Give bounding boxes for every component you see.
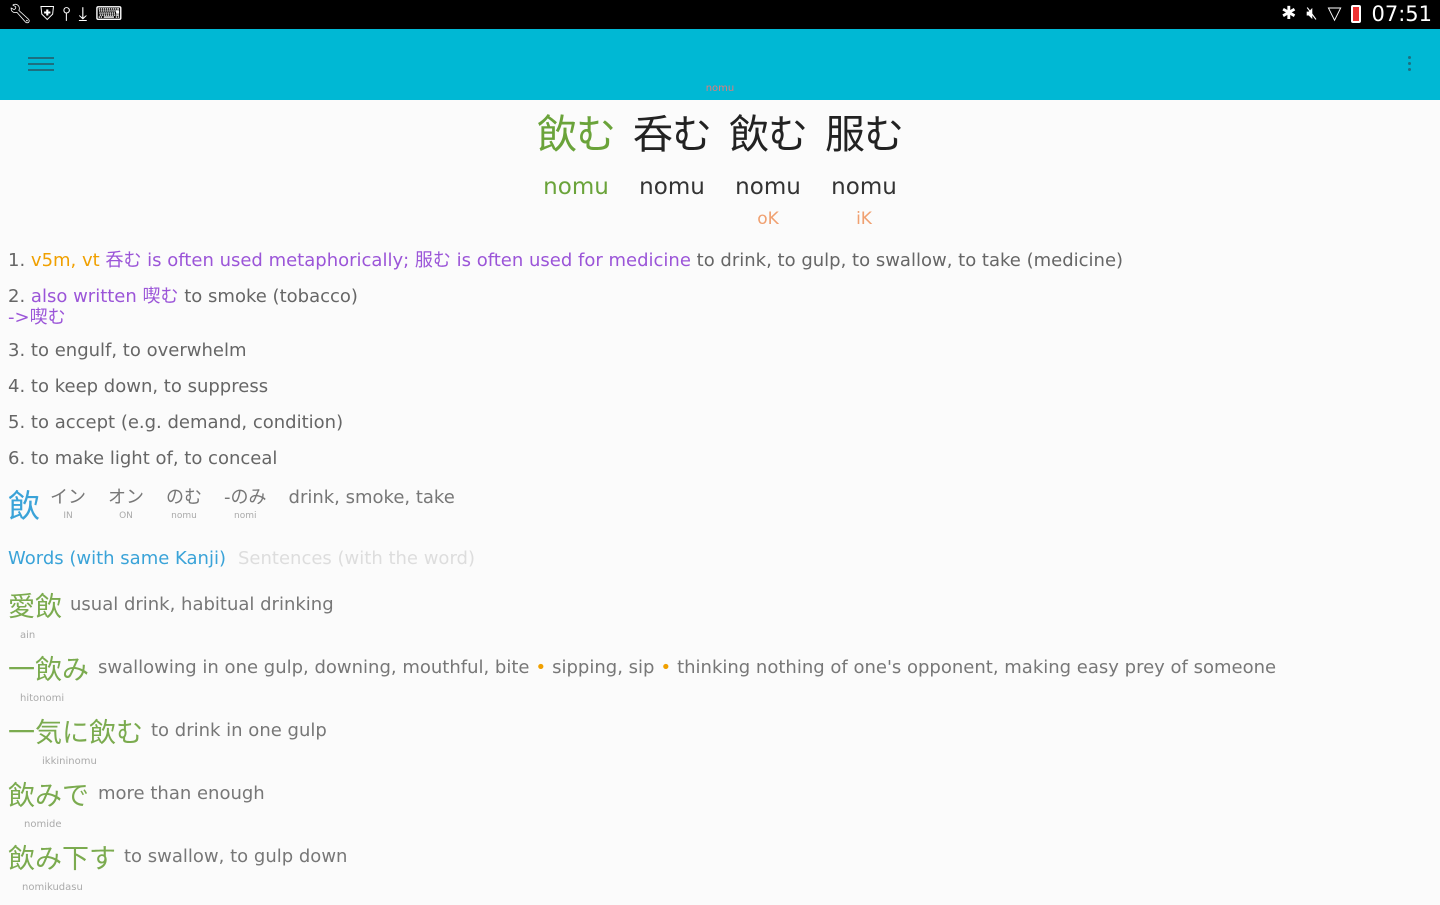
bluetooth-icon: ✱ bbox=[1281, 3, 1297, 24]
sense-number: 3. bbox=[8, 340, 26, 361]
headword-reading: nomu bbox=[735, 174, 801, 200]
kanji-reading-kana: オン bbox=[108, 487, 145, 508]
overflow-menu-icon[interactable] bbox=[1402, 53, 1416, 77]
word-japanese: 飲み下す bbox=[8, 844, 116, 875]
mute-icon: 🔇︎ bbox=[1306, 3, 1318, 24]
headword: 飲む nomu bbox=[537, 108, 616, 230]
word-definition-part: thinking nothing of one's opponent, maki… bbox=[677, 657, 1277, 678]
sense-note: 呑む is often used metaphorically; 服む is o… bbox=[105, 250, 691, 271]
app-toolbar: nomu bbox=[0, 29, 1440, 100]
separator-dot: • bbox=[660, 657, 672, 678]
kanji-reading: イン IN bbox=[50, 486, 86, 522]
sense-gloss: to make light of, to conceal bbox=[30, 448, 278, 469]
sense-list: 1. v5m, vt 呑む is often used metaphorical… bbox=[8, 248, 1123, 482]
kanji-reading-romaji: ON bbox=[119, 511, 133, 521]
status-bar-left: 🔧︎ ⛨ ⫯ ⤓ ⌨ bbox=[8, 3, 123, 25]
headword-kanji: 飲む bbox=[729, 112, 808, 158]
headword-tag: iK bbox=[856, 209, 872, 229]
sense-item: 4. to keep down, to suppress bbox=[8, 374, 1123, 400]
sense-gloss: to engulf, to overwhelm bbox=[30, 340, 247, 361]
usb-icon: ⫯ bbox=[62, 3, 71, 25]
tab-sentences[interactable]: Sentences (with the word) bbox=[238, 546, 475, 572]
download-icon: ⤓ bbox=[78, 3, 88, 25]
kanji-reading-kana: -のみ bbox=[224, 487, 267, 508]
word-romaji: ain bbox=[20, 630, 36, 641]
word-romaji: nomikudasu bbox=[22, 882, 83, 893]
sense-gloss: to smoke (tobacco) bbox=[184, 286, 358, 307]
pos-tag: v5m, vt bbox=[30, 250, 100, 271]
kanji-reading-romaji: nomu bbox=[171, 511, 197, 521]
kanji-reading-romaji: IN bbox=[63, 511, 73, 521]
kanji-info-row[interactable]: 飲 イン IN オン ON のむ nomu -のみ nomi drink, sm… bbox=[8, 486, 455, 526]
headword-kanji: 服む bbox=[825, 112, 904, 158]
word-japanese: 一気に飲む bbox=[8, 718, 143, 749]
kanji-character[interactable]: 飲 bbox=[8, 486, 40, 526]
sense-number: 6. bbox=[8, 448, 26, 469]
status-bar-right: ✱ 🔇︎ ▽ 07:51 bbox=[1281, 2, 1432, 26]
sense-item: 2. also written 喫む to smoke (tobacco) ->… bbox=[8, 284, 1123, 328]
sense-item: 3. to engulf, to overwhelm bbox=[8, 338, 1123, 364]
kanji-meaning: drink, smoke, take bbox=[288, 487, 455, 508]
headword-tag bbox=[537, 208, 615, 230]
word-japanese: 一飲み bbox=[8, 655, 89, 686]
headword: 呑む nomu bbox=[633, 108, 712, 230]
kanji-reading-kana: イン bbox=[50, 487, 87, 508]
status-time: 07:51 bbox=[1371, 2, 1432, 26]
sense-number: 4. bbox=[8, 376, 26, 397]
headword: 服む nomu iK bbox=[825, 108, 904, 230]
status-bar: 🔧︎ ⛨ ⫯ ⤓ ⌨ ✱ 🔇︎ ▽ 07:51 bbox=[0, 0, 1440, 29]
kanji-reading: のむ nomu bbox=[166, 486, 202, 522]
kanji-reading-kana: のむ bbox=[166, 487, 203, 508]
sense-item: 5. to accept (e.g. demand, condition) bbox=[8, 410, 1123, 436]
kanji-reading: -のみ nomi bbox=[224, 486, 267, 522]
sense-gloss: to accept (e.g. demand, condition) bbox=[30, 412, 344, 433]
word-definition: more than enough bbox=[98, 783, 265, 804]
word-japanese: 飲みで bbox=[8, 781, 89, 812]
headword-reading: nomu bbox=[831, 174, 897, 200]
word-definition-part: swallowing in one gulp, downing, mouthfu… bbox=[98, 657, 530, 678]
sense-gloss: to keep down, to suppress bbox=[30, 376, 269, 397]
headword-tag bbox=[633, 208, 711, 230]
sense-gloss: to drink, to gulp, to swallow, to take (… bbox=[696, 250, 1124, 271]
word-definition-part: sipping, sip bbox=[552, 657, 655, 678]
sense-number: 1. bbox=[8, 250, 26, 271]
word-romaji: hitonomi bbox=[20, 693, 65, 704]
headword-reading: nomu bbox=[543, 174, 609, 200]
shield-icon: ⛨ bbox=[40, 3, 55, 25]
result-tabs: Words (with same Kanji) Sentences (with … bbox=[8, 546, 475, 572]
tab-words[interactable]: Words (with same Kanji) bbox=[8, 546, 226, 572]
word-definition: usual drink, habitual drinking bbox=[70, 594, 334, 615]
sense-item: 6. to make light of, to conceal bbox=[8, 446, 1123, 472]
word-romaji: nomide bbox=[24, 819, 62, 830]
hamburger-icon[interactable] bbox=[28, 53, 54, 75]
headword: 飲む nomu oK bbox=[729, 108, 808, 230]
battery-icon bbox=[1351, 5, 1362, 23]
sense-note: also written 喫む bbox=[30, 286, 179, 307]
headword-kanji: 呑む bbox=[633, 112, 712, 158]
word-definition: swallowing in one gulp, downing, mouthfu… bbox=[98, 655, 1276, 681]
kanji-reading: オン ON bbox=[108, 486, 144, 522]
headword-tag: oK bbox=[757, 209, 779, 229]
toolbar-title: nomu bbox=[705, 83, 735, 94]
sense-item: 1. v5m, vt 呑む is often used metaphorical… bbox=[8, 248, 1123, 274]
cross-reference-link[interactable]: ->喫む bbox=[8, 308, 1123, 328]
word-japanese: 愛飲 bbox=[8, 592, 62, 623]
headword-list: 飲む nomu 呑む nomu 飲む nomu oK 服む nomu iK bbox=[0, 108, 1440, 230]
word-definition: to drink in one gulp bbox=[151, 720, 327, 741]
kanji-reading-romaji: nomi bbox=[234, 511, 257, 521]
word-definition: to swallow, to gulp down bbox=[124, 846, 348, 867]
wifi-icon: ▽ bbox=[1327, 3, 1342, 24]
wrench-icon: 🔧︎ bbox=[8, 3, 33, 25]
headword-reading: nomu bbox=[639, 174, 705, 200]
sense-number: 2. bbox=[8, 286, 26, 307]
headword-kanji: 飲む bbox=[537, 112, 616, 158]
keyboard-icon: ⌨ bbox=[95, 3, 123, 25]
separator-dot: • bbox=[535, 657, 547, 678]
word-romaji: ikkininomu bbox=[42, 756, 97, 767]
sense-number: 5. bbox=[8, 412, 26, 433]
